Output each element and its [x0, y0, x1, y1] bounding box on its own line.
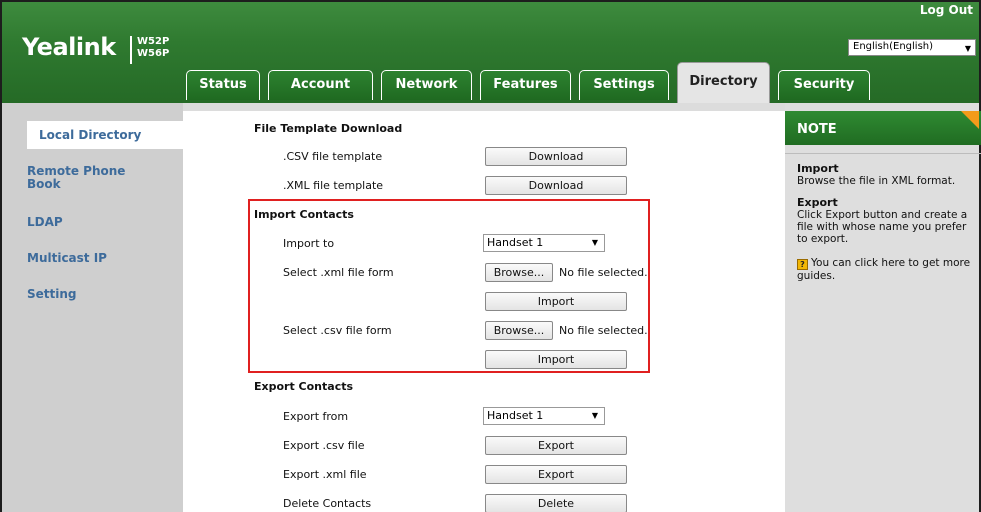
delete-contacts-label: Delete Contacts [283, 497, 372, 510]
note-corner-decoration [961, 111, 979, 129]
tab-status[interactable]: Status [186, 70, 260, 100]
export-csv-label: Export .csv file [283, 439, 365, 452]
tab-features[interactable]: Features [480, 70, 571, 100]
note-import-text: Browse the file in XML format. [797, 175, 956, 187]
import-to-value: Handset 1 [487, 236, 544, 249]
file-template-heading: File Template Download [254, 122, 403, 135]
xml-template-label: .XML file template [283, 179, 384, 192]
sidebar-item-setting[interactable]: Setting [27, 288, 77, 301]
import-contacts-heading: Import Contacts [254, 208, 354, 221]
chevron-down-icon: ▼ [591, 238, 598, 247]
tab-directory[interactable]: Directory [677, 62, 770, 103]
delete-contacts-button[interactable]: Delete [485, 494, 627, 512]
yealink-logo: Yealink [22, 33, 116, 61]
export-from-select[interactable]: Handset 1 ▼ [483, 407, 605, 425]
tab-security[interactable]: Security [778, 70, 870, 100]
note-help-text: You can click here to get more guides. [797, 257, 971, 282]
note-export-title: Export [797, 196, 838, 209]
browse-xml-button[interactable]: Browse... [485, 263, 553, 282]
model-line-1: W52P [137, 36, 170, 47]
xml-file-label: Select .xml file form [283, 266, 394, 279]
download-csv-button[interactable]: Download [485, 147, 627, 166]
language-value: English(English) [853, 41, 934, 52]
model-label: W52P W56P [137, 36, 169, 60]
logo-separator [130, 36, 132, 64]
export-contacts-heading: Export Contacts [254, 380, 354, 393]
sidebar-item-multicast-ip[interactable]: Multicast IP [27, 252, 107, 265]
tab-network[interactable]: Network [381, 70, 472, 100]
import-highlight-box [248, 199, 650, 373]
tab-settings[interactable]: Settings [579, 70, 669, 100]
chevron-down-icon: ▼ [964, 44, 971, 53]
import-to-select[interactable]: Handset 1 ▼ [483, 234, 605, 252]
note-help-link[interactable]: ? You can click here to get more guides. [797, 257, 977, 282]
note-export-text: Click Export button and create a file wi… [797, 209, 968, 245]
download-xml-button[interactable]: Download [485, 176, 627, 195]
export-csv-button[interactable]: Export [485, 436, 627, 455]
model-line-2: W56P [137, 48, 170, 59]
csv-no-file-text: No file selected. [559, 324, 648, 337]
chevron-down-icon: ▼ [591, 411, 598, 420]
import-csv-button[interactable]: Import [485, 350, 627, 369]
language-select[interactable]: English(English) ▼ [848, 39, 976, 56]
export-xml-label: Export .xml file [283, 468, 367, 481]
note-heading: NOTE [785, 111, 981, 145]
note-import-title: Import [797, 162, 839, 175]
browse-csv-button[interactable]: Browse... [485, 321, 553, 340]
tab-account[interactable]: Account [268, 70, 373, 100]
csv-file-label: Select .csv file form [283, 324, 392, 337]
csv-template-label: .CSV file template [283, 150, 383, 163]
note-body: Import Browse the file in XML format. Ex… [797, 163, 977, 282]
xml-no-file-text: No file selected. [559, 266, 648, 279]
sidebar-item-remote-phone-book[interactable]: Remote Phone Book [27, 165, 137, 191]
import-xml-button[interactable]: Import [485, 292, 627, 311]
export-from-value: Handset 1 [487, 409, 544, 422]
export-from-label: Export from [283, 410, 349, 423]
logout-link[interactable]: Log Out [920, 3, 973, 17]
import-to-label: Import to [283, 237, 335, 250]
note-divider [785, 153, 981, 154]
export-xml-button[interactable]: Export [485, 465, 627, 484]
help-book-icon: ? [797, 259, 808, 270]
sidebar-item-local-directory[interactable]: Local Directory [39, 129, 141, 142]
sidebar-item-ldap[interactable]: LDAP [27, 216, 63, 229]
